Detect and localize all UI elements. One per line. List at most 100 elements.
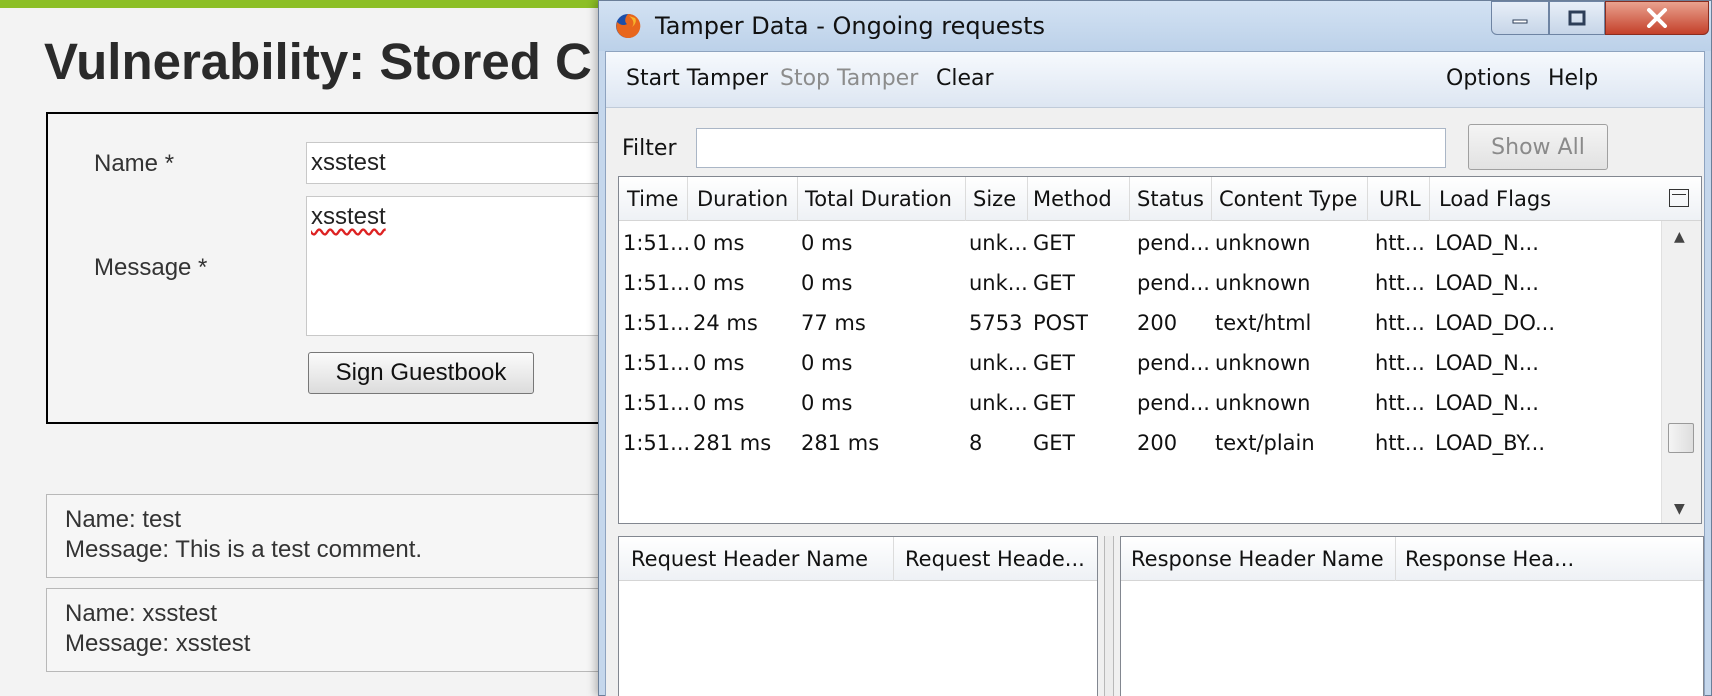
cell-url: htt... bbox=[1375, 391, 1425, 415]
cell-time: 1:51... bbox=[623, 431, 691, 455]
request-header-name-col[interactable]: Request Header Name bbox=[631, 547, 868, 571]
guestbook-form: Name * Message * xsstest Sign Guestbook bbox=[46, 112, 686, 424]
cell-url: htt... bbox=[1375, 431, 1425, 455]
cell-time: 1:51... bbox=[623, 231, 691, 255]
filter-input[interactable] bbox=[696, 128, 1446, 168]
cell-content-type: unknown bbox=[1215, 391, 1311, 415]
response-header-value-col[interactable]: Response Hea... bbox=[1405, 547, 1574, 571]
table-row[interactable]: 1:51... 24 ms 77 ms 5753 POST 200 text/html htt… bbox=[619, 303, 1659, 343]
guestbook-entry: Name: test Message: This is a test comme… bbox=[46, 494, 666, 578]
maximize-icon bbox=[1568, 10, 1586, 26]
window-client-area: Start Tamper Stop Tamper Clear Options H… bbox=[605, 51, 1705, 696]
menu-start-tamper[interactable]: Start Tamper bbox=[626, 66, 768, 91]
menu-options[interactable]: Options bbox=[1446, 66, 1531, 91]
table-row[interactable]: 1:51... 0 ms 0 ms unk... GET pend... unknown ht… bbox=[619, 383, 1659, 423]
cell-load-flags: LOAD_DO... bbox=[1435, 311, 1556, 335]
close-icon bbox=[1647, 8, 1667, 28]
table-row[interactable]: 1:51... 0 ms 0 ms unk... GET pend... unknown ht… bbox=[619, 223, 1659, 263]
menu-help[interactable]: Help bbox=[1548, 66, 1598, 91]
filter-label: Filter bbox=[622, 136, 677, 161]
table-row[interactable]: 1:51... 0 ms 0 ms unk... GET pend... unknown ht… bbox=[619, 263, 1659, 303]
cell-time: 1:51... bbox=[623, 311, 691, 335]
response-headers-header: Response Header Name Response Hea... bbox=[1121, 537, 1703, 581]
cell-method: GET bbox=[1033, 431, 1076, 455]
col-header-status[interactable]: Status bbox=[1137, 187, 1204, 211]
cell-method: GET bbox=[1033, 351, 1076, 375]
cell-status: 200 bbox=[1137, 311, 1178, 335]
cell-method: POST bbox=[1033, 311, 1089, 335]
table-row[interactable]: 1:51... 0 ms 0 ms unk... GET pend... unknown ht… bbox=[619, 343, 1659, 383]
cell-method: GET bbox=[1033, 231, 1076, 255]
cell-total-duration: 77 ms bbox=[801, 311, 866, 335]
cell-load-flags: LOAD_N... bbox=[1435, 351, 1539, 375]
response-header-name-col[interactable]: Response Header Name bbox=[1131, 547, 1384, 571]
scroll-up-icon[interactable]: ▲ bbox=[1674, 229, 1685, 245]
cell-duration: 0 ms bbox=[693, 231, 745, 255]
cell-total-duration: 0 ms bbox=[801, 271, 853, 295]
request-headers-header: Request Header Name Request Heade... bbox=[619, 537, 1097, 581]
cell-duration: 0 ms bbox=[693, 271, 745, 295]
window-titlebar[interactable]: Tamper Data - Ongoing requests bbox=[599, 1, 1711, 51]
column-picker-icon[interactable] bbox=[1669, 189, 1689, 207]
cell-content-type: text/plain bbox=[1215, 431, 1315, 455]
minimize-icon bbox=[1512, 19, 1528, 24]
col-header-duration[interactable]: Duration bbox=[697, 187, 788, 211]
cell-content-type: unknown bbox=[1215, 271, 1311, 295]
entry-message: Message: xsstest bbox=[65, 630, 251, 657]
column-divider bbox=[1429, 177, 1430, 221]
message-label: Message * bbox=[94, 254, 208, 281]
show-all-button[interactable]: Show All bbox=[1468, 124, 1608, 170]
table-scrollbar[interactable]: ▲ ▼ bbox=[1661, 221, 1701, 523]
menu-stop-tamper[interactable]: Stop Tamper bbox=[780, 66, 918, 91]
col-header-method[interactable]: Method bbox=[1033, 187, 1112, 211]
cell-url: htt... bbox=[1375, 311, 1425, 335]
menu-clear[interactable]: Clear bbox=[936, 66, 994, 91]
table-header: Time Duration Total Duration Size Method Stat… bbox=[619, 177, 1701, 221]
cell-load-flags: LOAD_BY... bbox=[1435, 431, 1546, 455]
menu-bar: Start Tamper Stop Tamper Clear Options H… bbox=[606, 52, 1704, 108]
cell-status: pend... bbox=[1137, 231, 1210, 255]
cell-load-flags: LOAD_N... bbox=[1435, 391, 1539, 415]
message-text: xsstest bbox=[311, 203, 386, 230]
minimize-button[interactable] bbox=[1491, 1, 1549, 35]
col-header-content-type[interactable]: Content Type bbox=[1219, 187, 1357, 211]
cell-size: unk... bbox=[969, 351, 1028, 375]
cell-status: pend... bbox=[1137, 391, 1210, 415]
request-header-value-col[interactable]: Request Heade... bbox=[905, 547, 1085, 571]
window-title: Tamper Data - Ongoing requests bbox=[655, 12, 1045, 40]
cell-load-flags: LOAD_N... bbox=[1435, 271, 1539, 295]
scroll-down-icon[interactable]: ▼ bbox=[1674, 501, 1685, 517]
cell-total-duration: 0 ms bbox=[801, 231, 853, 255]
column-divider bbox=[797, 177, 798, 221]
cell-time: 1:51... bbox=[623, 391, 691, 415]
sign-guestbook-button[interactable]: Sign Guestbook bbox=[308, 352, 534, 394]
cell-duration: 24 ms bbox=[693, 311, 758, 335]
cell-load-flags: LOAD_N... bbox=[1435, 231, 1539, 255]
cell-url: htt... bbox=[1375, 271, 1425, 295]
cell-method: GET bbox=[1033, 271, 1076, 295]
scroll-thumb[interactable] bbox=[1668, 423, 1694, 453]
cell-duration: 0 ms bbox=[693, 391, 745, 415]
cell-url: htt... bbox=[1375, 351, 1425, 375]
col-header-load-flags[interactable]: Load Flags bbox=[1439, 187, 1551, 211]
col-header-time[interactable]: Time bbox=[627, 187, 678, 211]
cell-content-type: unknown bbox=[1215, 351, 1311, 375]
cell-status: 200 bbox=[1137, 431, 1178, 455]
column-divider bbox=[1027, 177, 1028, 221]
col-header-total-duration[interactable]: Total Duration bbox=[805, 187, 952, 211]
cell-total-duration: 0 ms bbox=[801, 391, 853, 415]
close-button[interactable] bbox=[1605, 1, 1709, 35]
col-header-size[interactable]: Size bbox=[973, 187, 1016, 211]
cell-content-type: text/html bbox=[1215, 311, 1312, 335]
cell-size: unk... bbox=[969, 231, 1028, 255]
col-header-url[interactable]: URL bbox=[1379, 187, 1421, 211]
cell-size: unk... bbox=[969, 391, 1028, 415]
column-divider bbox=[965, 177, 966, 221]
table-row[interactable]: 1:51... 281 ms 281 ms 8 GET 200 text/plain htt.… bbox=[619, 423, 1659, 463]
entry-message: Message: This is a test comment. bbox=[65, 536, 423, 563]
cell-duration: 0 ms bbox=[693, 351, 745, 375]
requests-table: Time Duration Total Duration Size Method Stat… bbox=[618, 176, 1702, 524]
maximize-button[interactable] bbox=[1549, 1, 1605, 35]
cell-size: unk... bbox=[969, 271, 1028, 295]
pane-splitter[interactable] bbox=[1104, 536, 1114, 696]
